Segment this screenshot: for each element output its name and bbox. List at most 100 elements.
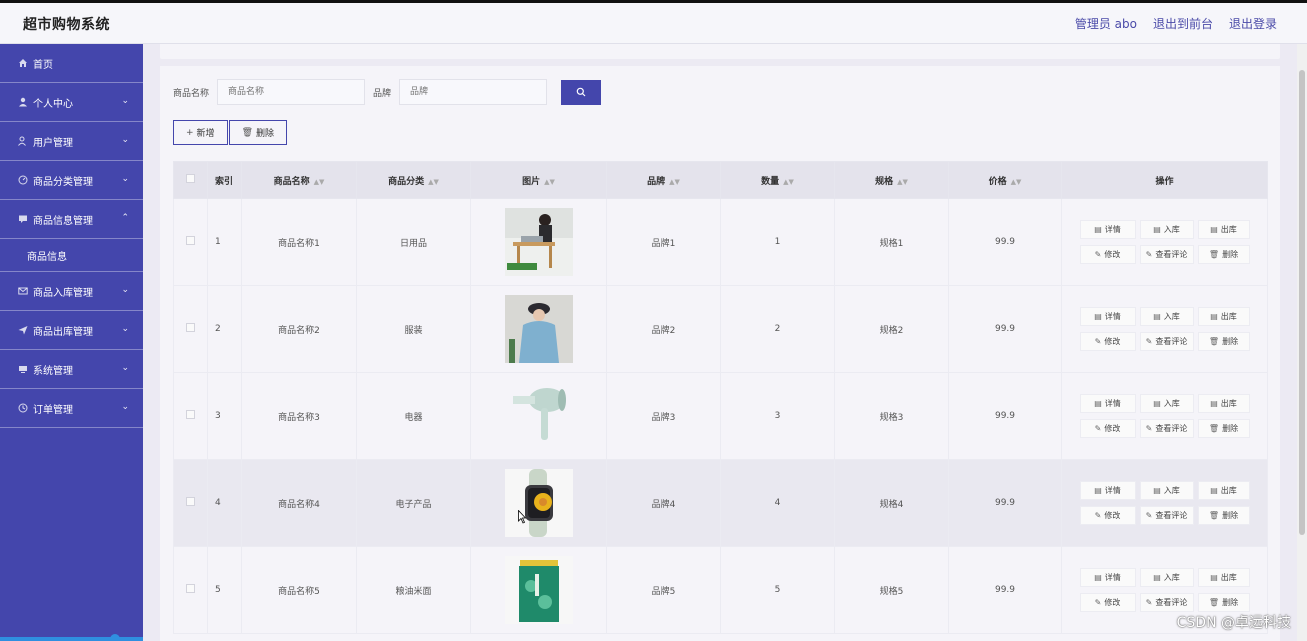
column-header-price[interactable]: 价格 ▲▼ bbox=[948, 161, 1062, 199]
page-scrollbar[interactable] bbox=[1297, 44, 1307, 641]
sort-icon[interactable]: ▲▼ bbox=[544, 178, 555, 186]
row-delete-button[interactable]: 🗑︎ 删除 bbox=[1197, 245, 1250, 264]
column-header-category[interactable]: 商品分类 ▲▼ bbox=[356, 161, 471, 199]
table-row[interactable]: 3 商品名称3 电器 品牌3 3 规格3 99.9 ▤ 详情 ▤ 入库 ▤ 出库 ✎ 修改 ✎ 查看评论 🗑︎ 删除 bbox=[173, 372, 1268, 460]
add-button[interactable]: + 新增 bbox=[173, 120, 228, 145]
table-row[interactable]: 5 商品名称5 粮油米面 品牌5 5 规格5 99.9 ▤ 详情 ▤ 入库 ▤ 出库 ✎ 修改 ✎ 查看评论 🗑︎… bbox=[173, 546, 1268, 634]
view-reviews-button[interactable]: ✎ 查看评论 bbox=[1139, 245, 1194, 264]
row-select-cell[interactable] bbox=[173, 198, 208, 286]
edit-button[interactable]: ✎ 修改 bbox=[1079, 419, 1136, 438]
row-checkbox[interactable] bbox=[186, 236, 195, 245]
stock-out-button[interactable]: ▤ 出库 bbox=[1197, 568, 1250, 587]
row-delete-button[interactable]: 🗑︎ 删除 bbox=[1197, 332, 1250, 351]
sort-icon[interactable]: ▲▼ bbox=[897, 178, 908, 186]
edit-button[interactable]: ✎ 修改 bbox=[1079, 593, 1136, 612]
select-all-header[interactable] bbox=[173, 161, 208, 199]
stock-out-button[interactable]: ▤ 出库 bbox=[1197, 220, 1250, 239]
row-select-cell[interactable] bbox=[173, 459, 208, 547]
sidebar-item-category-management[interactable]: 商品分类管理 ⌄ bbox=[0, 161, 143, 200]
sidebar-item-personal-center[interactable]: 个人中心 ⌄ bbox=[0, 83, 143, 122]
detail-button[interactable]: ▤ 详情 bbox=[1079, 307, 1136, 326]
sidebar-item-home[interactable]: 首页 bbox=[0, 44, 143, 83]
search-button[interactable] bbox=[561, 79, 602, 105]
stock-in-button[interactable]: ▤ 入库 bbox=[1139, 481, 1194, 500]
sidebar-item-product-info-management[interactable]: 商品信息管理 ⌃ bbox=[0, 200, 143, 239]
stock-out-button[interactable]: ▤ 出库 bbox=[1197, 307, 1250, 326]
detail-button[interactable]: ▤ 详情 bbox=[1079, 220, 1136, 239]
stock-in-button[interactable]: ▤ 入库 bbox=[1139, 220, 1194, 239]
sidebar-item-stock-in-management[interactable]: 商品入库管理 ⌄ bbox=[0, 272, 143, 311]
column-header-spec[interactable]: 规格 ▲▼ bbox=[834, 161, 949, 199]
row-checkbox[interactable] bbox=[186, 584, 195, 593]
column-header-brand[interactable]: 品牌 ▲▼ bbox=[606, 161, 721, 199]
stock-in-button[interactable]: ▤ 入库 bbox=[1139, 394, 1194, 413]
mouse-cursor-icon bbox=[518, 510, 526, 524]
stock-in-button[interactable]: ▤ 入库 bbox=[1139, 307, 1194, 326]
select-all-checkbox[interactable] bbox=[186, 174, 195, 183]
detail-button[interactable]: ▤ 详情 bbox=[1079, 394, 1136, 413]
product-image[interactable] bbox=[471, 295, 606, 363]
index-cell: 4 bbox=[207, 459, 242, 547]
stock-out-button[interactable]: ▤ 出库 bbox=[1197, 481, 1250, 500]
edit-button[interactable]: ✎ 修改 bbox=[1079, 332, 1136, 351]
row-delete-button[interactable]: 🗑︎ 删除 bbox=[1197, 593, 1250, 612]
doc-icon: ▤ bbox=[1094, 312, 1102, 321]
product-image[interactable] bbox=[471, 556, 606, 624]
sort-icon[interactable]: ▲▼ bbox=[1011, 178, 1022, 186]
column-header-image[interactable]: 图片 ▲▼ bbox=[470, 161, 607, 199]
chevron-down-icon: ⌄ bbox=[121, 174, 129, 184]
logout-link[interactable]: 退出登录 bbox=[1229, 15, 1277, 32]
row-checkbox[interactable] bbox=[186, 497, 195, 506]
sidebar-subitem-product-info[interactable]: 商品信息 bbox=[0, 239, 143, 272]
row-select-cell[interactable] bbox=[173, 372, 208, 460]
sidebar-item-system-management[interactable]: 系统管理 ⌄ bbox=[0, 350, 143, 389]
image-cell bbox=[470, 285, 607, 373]
table-row[interactable]: 2 商品名称2 服装 品牌2 2 规格2 99.9 ▤ 详情 ▤ 入库 ▤ 出库 ✎ 修改 ✎ 查看评论 🗑︎ 删除 bbox=[173, 285, 1268, 373]
row-select-cell[interactable] bbox=[173, 546, 208, 634]
column-header-quantity[interactable]: 数量 ▲▼ bbox=[720, 161, 835, 199]
row-checkbox[interactable] bbox=[186, 410, 195, 419]
chevron-down-icon: ⌄ bbox=[121, 285, 129, 295]
view-reviews-button[interactable]: ✎ 查看评论 bbox=[1139, 332, 1194, 351]
sort-icon[interactable]: ▲▼ bbox=[783, 178, 794, 186]
sidebar-scroll-handle[interactable] bbox=[110, 634, 120, 641]
view-reviews-button[interactable]: ✎ 查看评论 bbox=[1139, 593, 1194, 612]
edit-icon: ✎ bbox=[1145, 511, 1153, 520]
product-image[interactable] bbox=[471, 208, 606, 276]
sidebar-item-order-management[interactable]: 订单管理 ⌄ bbox=[0, 389, 143, 428]
sort-icon[interactable]: ▲▼ bbox=[669, 178, 680, 186]
brand-input[interactable] bbox=[399, 79, 548, 105]
sidebar-item-stock-out-management[interactable]: 商品出库管理 ⌄ bbox=[0, 311, 143, 350]
table-row[interactable]: 1 商品名称1 日用品 品牌1 1 规格1 99.9 ▤ 详情 ▤ 入库 ▤ 出库 ✎ 修改 ✎ 查看评论 🗑︎ 删… bbox=[173, 198, 1268, 286]
view-reviews-button[interactable]: ✎ 查看评论 bbox=[1139, 506, 1194, 525]
row-select-cell[interactable] bbox=[173, 285, 208, 373]
edit-button[interactable]: ✎ 修改 bbox=[1079, 245, 1136, 264]
detail-button[interactable]: ▤ 详情 bbox=[1079, 568, 1136, 587]
product-image[interactable] bbox=[471, 382, 606, 450]
spec-cell: 规格4 bbox=[834, 459, 949, 547]
product-name-input[interactable] bbox=[217, 79, 366, 105]
column-header-name[interactable]: 商品名称 ▲▼ bbox=[241, 161, 357, 199]
detail-button[interactable]: ▤ 详情 bbox=[1079, 481, 1136, 500]
exit-to-front-link[interactable]: 退出到前台 bbox=[1153, 15, 1213, 32]
table-header-row: 索引 商品名称 ▲▼ 商品分类 ▲▼ 图片 ▲▼ 品牌 ▲▼ 数量 ▲▼ 规格 ▲▼ 价格 ▲… bbox=[173, 161, 1268, 199]
admin-user-label[interactable]: 管理员 abo bbox=[1075, 15, 1137, 32]
stock-in-button[interactable]: ▤ 入库 bbox=[1139, 568, 1194, 587]
row-delete-button[interactable]: 🗑︎ 删除 bbox=[1197, 419, 1250, 438]
column-header-index: 索引 bbox=[207, 161, 242, 199]
row-delete-button[interactable]: 🗑︎ 删除 bbox=[1197, 506, 1250, 525]
scrollbar-thumb[interactable] bbox=[1299, 70, 1305, 535]
top-bar: 超市购物系统 管理员 abo 退出到前台 退出登录 bbox=[0, 3, 1307, 44]
stock-out-button[interactable]: ▤ 出库 bbox=[1197, 394, 1250, 413]
delete-button[interactable]: 🗑︎ 删除 bbox=[228, 120, 288, 145]
sort-icon[interactable]: ▲▼ bbox=[428, 178, 439, 186]
sidebar-item-user-management[interactable]: 用户管理 ⌄ bbox=[0, 122, 143, 161]
table-row[interactable]: 4 商品名称4 电子产品 品牌4 4 规格4 99.9 ▤ 详情 ▤ 入库 ▤ 出库 ✎ 修改 ✎ 查看评论 🗑︎… bbox=[173, 459, 1268, 547]
trash-icon: 🗑︎ bbox=[1208, 598, 1220, 607]
view-reviews-button[interactable]: ✎ 查看评论 bbox=[1139, 419, 1194, 438]
main-panel: 商品名称 品牌 + 新增 🗑︎ 删除 索引 商品名称▲▼ 商品分类▲ bbox=[160, 66, 1280, 641]
sort-icon[interactable]: ▲▼ bbox=[314, 178, 325, 186]
row-checkbox[interactable] bbox=[186, 323, 195, 332]
product-image[interactable] bbox=[471, 469, 606, 537]
edit-button[interactable]: ✎ 修改 bbox=[1079, 506, 1136, 525]
